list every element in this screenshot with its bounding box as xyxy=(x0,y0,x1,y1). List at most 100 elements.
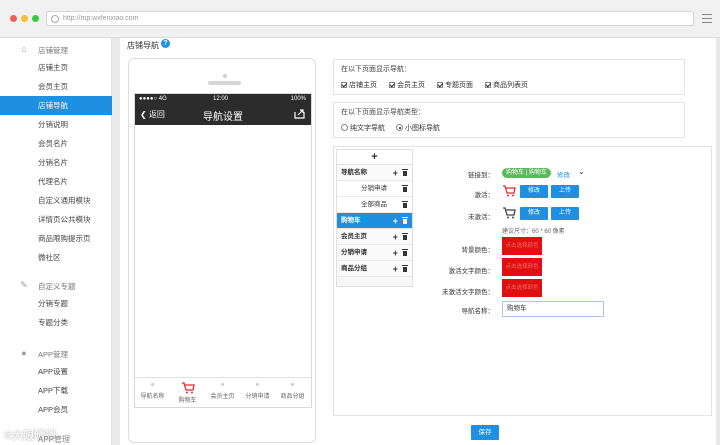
active-upload-button[interactable]: 上传 xyxy=(551,185,579,198)
trash-icon[interactable] xyxy=(402,265,408,273)
sidebar-item-distribution-info[interactable]: 分销说明 xyxy=(0,115,112,134)
sidebar-item-app-download[interactable]: APP下载 xyxy=(0,381,112,400)
sidebar-item-distribution-topic[interactable]: 分销专题 xyxy=(0,294,112,313)
option-label: 专题页面 xyxy=(445,82,473,89)
add-nav-button[interactable]: + xyxy=(337,150,412,165)
dot-icon xyxy=(291,383,294,386)
phone-nav-bar: ❮ 返回 导航设置 xyxy=(135,104,311,125)
active-icon-label: 激活： xyxy=(474,192,495,199)
plus-icon[interactable]: + xyxy=(393,165,398,181)
page-title: 店铺导航 xyxy=(127,41,159,50)
phone-status-bar: ●●●●○ 4G 12:00 100% xyxy=(135,94,311,104)
size-hint: 建议尺寸：60 * 60 像素 xyxy=(502,229,565,235)
bg-color-picker[interactable]: 点击选择颜色 xyxy=(502,237,542,255)
link-edit-link[interactable]: 修改 xyxy=(557,169,570,179)
trash-icon[interactable] xyxy=(402,201,408,209)
plus-icon[interactable]: + xyxy=(393,261,398,277)
phone-tab-bar: 导航名称 购物车 会员主页 分销申请 商品分组 xyxy=(135,377,311,407)
sidebar-item-app-member[interactable]: APP会员 xyxy=(0,400,112,419)
nav-row[interactable]: 分销申请 xyxy=(337,181,412,197)
sidebar-group-label: 店铺管理 xyxy=(38,46,68,55)
trash-icon[interactable] xyxy=(402,169,408,177)
plus-icon[interactable]: + xyxy=(393,213,398,229)
nav-row[interactable]: 分销申请 + xyxy=(337,245,412,261)
phone-tab-cart[interactable]: 购物车 xyxy=(170,378,205,408)
hamburger-menu-icon[interactable] xyxy=(702,14,712,23)
nav-row[interactable]: 会员主页 + xyxy=(337,229,412,245)
sidebar-item-topic-category[interactable]: 专题分类 xyxy=(0,313,112,332)
sidebar-item-store-nav[interactable]: 店铺导航 xyxy=(0,96,112,115)
time-text: 12:00 xyxy=(213,96,229,102)
nav-row[interactable]: 全部商品 xyxy=(337,197,412,213)
radio-icon-nav[interactable]: 小图标导航 xyxy=(396,123,440,133)
nav-editor: + 导航名称 + 分销申请 全部商品 购物车 + 会员主页 + 分销申请 + 商品分组 +… xyxy=(333,146,712,416)
chevron-down-icon[interactable]: ⌄ xyxy=(578,167,585,176)
close-window-icon[interactable] xyxy=(10,15,17,22)
inactive-upload-button[interactable]: 上传 xyxy=(551,207,579,220)
checkbox-icon xyxy=(437,82,443,88)
sidebar-item-store-home[interactable]: 店铺主页 xyxy=(0,58,112,77)
checkbox-topic-page[interactable]: 专题页面 xyxy=(437,80,473,90)
checkbox-icon xyxy=(389,82,395,88)
sidebar-item-app-manage-partial: APP管理 xyxy=(38,435,71,444)
trash-icon[interactable] xyxy=(402,217,408,225)
bg-color-label: 背景颜色： xyxy=(461,247,495,254)
checkbox-member-home[interactable]: 会员主页 xyxy=(389,80,425,90)
globe-icon xyxy=(51,15,59,23)
active-edit-button[interactable]: 修改 xyxy=(520,185,548,198)
sidebar-item-community[interactable]: 微社区 xyxy=(0,248,112,267)
apple-icon: ● xyxy=(21,348,27,358)
plus-icon[interactable]: + xyxy=(393,229,398,245)
active-text-color-label: 激活文字颜色： xyxy=(448,268,495,275)
sidebar-item-custom-module[interactable]: 自定义通用模块 xyxy=(0,191,112,210)
maximize-window-icon[interactable] xyxy=(32,15,39,22)
home-icon: ⌂ xyxy=(21,44,27,54)
show-pages-label: 在以下页面显示导航： xyxy=(341,66,411,73)
phone-tab-distribution[interactable]: 分销申请 xyxy=(240,378,275,408)
main-panel: 店铺导航 ? ●●●●○ 4G 12:00 100% ❮ 返回 导航设置 导航名… xyxy=(120,38,716,445)
phone-tab-product-group[interactable]: 商品分组 xyxy=(275,378,310,408)
option-label: 小图标导航 xyxy=(405,125,440,132)
phone-tab-nav-name[interactable]: 导航名称 xyxy=(135,378,170,408)
nav-row[interactable]: 商品分组 + xyxy=(337,261,412,277)
option-label: 商品列表页 xyxy=(493,82,528,89)
inactive-text-color-picker[interactable]: 点击选择颜色 xyxy=(502,279,542,297)
trash-icon[interactable] xyxy=(402,185,408,193)
checkbox-store-home[interactable]: 店铺主页 xyxy=(341,80,377,90)
phone-tab-member-home[interactable]: 会员主页 xyxy=(205,378,240,408)
save-button[interactable]: 保存 xyxy=(471,425,499,440)
tab-label: 购物车 xyxy=(178,398,197,404)
nav-row-label: 会员主页 xyxy=(341,233,367,240)
trash-icon[interactable] xyxy=(402,249,408,257)
sidebar-item-member-card[interactable]: 会员名片 xyxy=(0,134,112,153)
nav-row-active[interactable]: 购物车 + xyxy=(337,213,412,229)
speaker-slot xyxy=(208,81,241,85)
sidebar-item-detail-module[interactable]: 详情页公共模块 xyxy=(0,210,112,229)
checkbox-product-list[interactable]: 商品列表页 xyxy=(485,80,528,90)
minimize-window-icon[interactable] xyxy=(21,15,28,22)
dot-icon xyxy=(221,383,224,386)
sidebar-item-distribution-card[interactable]: 分销名片 xyxy=(0,153,112,172)
option-label: 纯文字导航 xyxy=(350,125,385,132)
nav-row-label: 导航名称 xyxy=(341,169,367,176)
radio-icon xyxy=(341,124,348,131)
address-bar[interactable]: http://mp.wxfenxiao.com xyxy=(46,11,694,26)
nav-row-label: 分销申请 xyxy=(341,249,367,256)
inactive-edit-button[interactable]: 修改 xyxy=(520,207,548,220)
cart-active-icon xyxy=(503,185,516,197)
url-text: http://mp.wxfenxiao.com xyxy=(63,15,139,22)
plus-icon[interactable]: + xyxy=(393,245,398,261)
share-icon[interactable] xyxy=(294,108,305,119)
help-icon[interactable]: ? xyxy=(161,39,170,48)
radio-text-nav[interactable]: 纯文字导航 xyxy=(341,123,385,133)
nav-row[interactable]: 导航名称 + xyxy=(337,165,412,181)
radio-icon xyxy=(396,124,403,131)
active-text-color-picker[interactable]: 点击选择颜色 xyxy=(502,258,542,276)
trash-icon[interactable] xyxy=(402,233,408,241)
sidebar-item-purchase-limit[interactable]: 商品限购提示页 xyxy=(0,229,112,248)
sidebar-item-member-home[interactable]: 会员主页 xyxy=(0,77,112,96)
sidebar-item-agent-card[interactable]: 代理名片 xyxy=(0,172,112,191)
sidebar-item-app-settings[interactable]: APP设置 xyxy=(0,362,112,381)
nav-row-label: 全部商品 xyxy=(361,201,387,208)
nav-name-input[interactable]: 购物车 xyxy=(502,301,604,317)
